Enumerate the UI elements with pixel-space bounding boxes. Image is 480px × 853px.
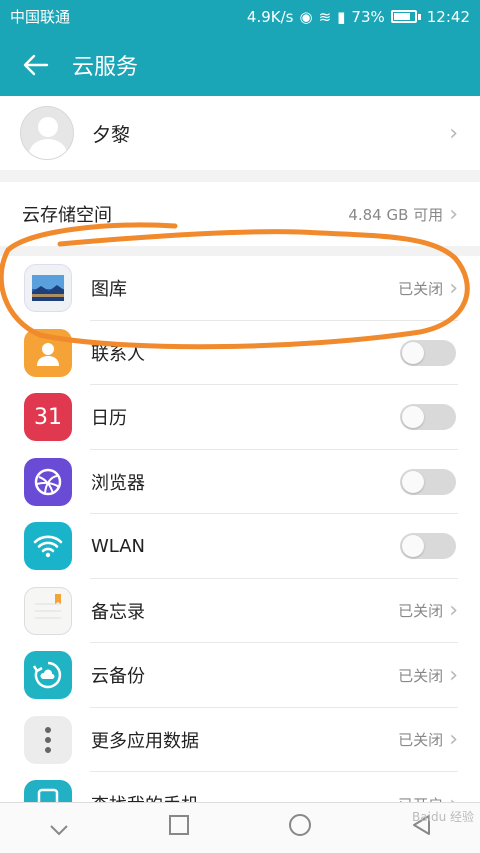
storage-value: 4.84 GB 可用 (348, 205, 444, 224)
list-item-notes[interactable]: 备忘录 已关闭 › (0, 579, 480, 643)
list-item-gallery[interactable]: 图库 已关闭 › (0, 256, 480, 321)
battery-percent: 73% (351, 7, 385, 26)
item-status: 已开启 (398, 794, 443, 802)
chevron-right-icon: › (449, 727, 458, 753)
network-speed: 4.9K/s (246, 7, 294, 26)
chevron-right-icon: › (449, 662, 458, 688)
browser-icon (24, 457, 72, 506)
list-item-more-data[interactable]: 更多应用数据 已关闭 › (0, 708, 480, 772)
browser-toggle[interactable] (400, 468, 456, 495)
chevron-right-icon: › (449, 598, 458, 624)
wifi-status-icon: ≋ (318, 7, 332, 26)
find-phone-icon (24, 780, 72, 802)
app-data-list: 图库 已关闭 › 联系人 31 日历 浏览器 WLAN 备忘录 已关闭 › 云备… (0, 256, 480, 802)
item-label: 云备份 (91, 666, 145, 688)
battery-icon (390, 10, 417, 23)
app-bar: 云服务 (0, 33, 480, 96)
storage-row[interactable]: 云存储空间 4.84 GB 可用 › (0, 182, 480, 246)
signal-icon: ▮ (337, 7, 346, 26)
avatar (20, 106, 74, 160)
item-label: 更多应用数据 (91, 730, 199, 752)
item-label: 图库 (91, 279, 127, 301)
calendar-toggle[interactable] (400, 404, 456, 431)
status-bar: 中国联通 4.9K/s ◉ ≋ ▮ 73% 12:42 (0, 0, 480, 33)
collapse-icon[interactable] (49, 814, 69, 842)
eye-icon: ◉ (299, 7, 313, 26)
chevron-right-icon: › (449, 275, 458, 301)
list-item-browser[interactable]: 浏览器 (0, 450, 480, 514)
system-nav-bar (0, 802, 480, 853)
cloud-backup-icon (24, 651, 72, 700)
more-icon (24, 715, 72, 764)
list-item-contacts[interactable]: 联系人 (0, 321, 480, 385)
clock: 12:42 (426, 7, 470, 26)
wlan-toggle[interactable] (400, 533, 456, 560)
chevron-right-icon: › (449, 201, 458, 227)
contacts-icon (24, 328, 72, 377)
item-label: 浏览器 (91, 472, 145, 494)
notes-icon (24, 586, 72, 635)
contacts-toggle[interactable] (400, 339, 456, 366)
account-row[interactable]: 夕黎 › (0, 96, 480, 170)
item-status: 已关闭 (398, 279, 444, 298)
account-name: 夕黎 (92, 123, 131, 146)
item-label: 查找我的手机 (91, 791, 398, 802)
item-label: 日历 (91, 408, 127, 430)
chevron-right-icon: › (449, 120, 458, 146)
wifi-icon (24, 522, 72, 571)
list-item-calendar[interactable]: 31 日历 (0, 385, 480, 450)
item-label: WLAN (91, 535, 146, 557)
list-item-cloud-backup[interactable]: 云备份 已关闭 › (0, 643, 480, 708)
item-label: 联系人 (91, 343, 145, 365)
carrier-label: 中国联通 (10, 8, 71, 26)
calendar-icon: 31 (24, 393, 72, 442)
list-item-find-phone[interactable]: 查找我的手机 已开启 › (0, 772, 480, 802)
storage-label: 云存储空间 (22, 205, 112, 226)
gallery-icon (24, 264, 72, 313)
item-status: 已关闭 (398, 731, 444, 750)
back-arrow-icon[interactable] (0, 33, 72, 96)
item-status: 已关闭 (398, 602, 444, 621)
chevron-right-icon: › (449, 792, 458, 802)
page-title: 云服务 (72, 54, 139, 80)
item-status: 已关闭 (398, 666, 444, 685)
recents-icon[interactable] (168, 814, 190, 842)
home-icon[interactable] (288, 813, 312, 843)
watermark: Baidu 经验 (412, 810, 474, 824)
list-item-wlan[interactable]: WLAN (0, 514, 480, 579)
item-label: 备忘录 (91, 601, 145, 623)
